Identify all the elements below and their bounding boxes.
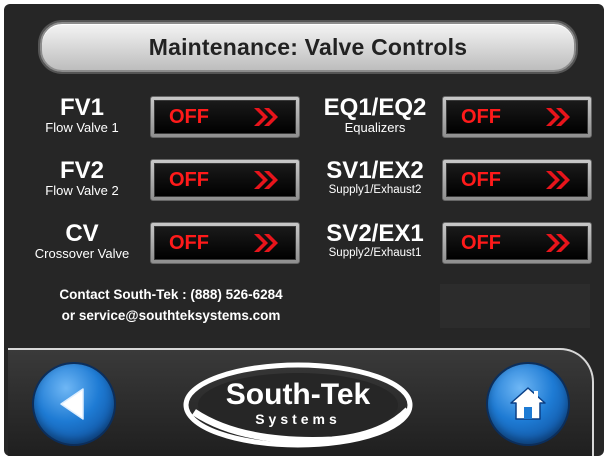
valve-state: OFF bbox=[169, 105, 209, 128]
double-chevron-right-icon bbox=[254, 234, 278, 252]
valve-toggle-eq1-eq2[interactable]: OFF bbox=[442, 96, 592, 138]
valve-code: FV1 bbox=[59, 94, 104, 121]
valve-description: Flow Valve 2 bbox=[45, 183, 119, 198]
valve-label-sv1-ex2: SV1/EX2 Supply1/Exhaust2 bbox=[310, 159, 440, 198]
home-icon bbox=[510, 387, 546, 420]
back-arrow-icon bbox=[60, 388, 84, 420]
double-chevron-right-icon bbox=[546, 108, 570, 126]
logo-name: South-Tek bbox=[226, 378, 371, 411]
contact-phone: Contact South-Tek : (888) 526-6284 bbox=[59, 287, 283, 302]
south-tek-logo: South-Tek Systems bbox=[183, 362, 413, 448]
double-chevron-right-icon bbox=[254, 171, 278, 189]
valve-toggle-fv2[interactable]: OFF bbox=[150, 159, 300, 201]
empty-panel bbox=[440, 284, 590, 328]
valve-label-sv2-ex1: SV2/EX1 Supply2/Exhaust1 bbox=[310, 222, 440, 261]
valve-state: OFF bbox=[461, 105, 501, 128]
contact-email: or service@southteksystems.com bbox=[61, 308, 281, 323]
valve-description: Equalizers bbox=[344, 120, 406, 135]
valve-description: Crossover Valve bbox=[34, 246, 130, 261]
valve-toggle-cv[interactable]: OFF bbox=[150, 222, 300, 264]
valve-state: OFF bbox=[461, 231, 501, 254]
valve-code: FV2 bbox=[59, 157, 104, 184]
valve-description: Supply2/Exhaust1 bbox=[328, 247, 422, 259]
home-button[interactable] bbox=[488, 364, 568, 444]
valve-label-cv: CV Crossover Valve bbox=[18, 220, 146, 262]
valve-label-fv2: FV2 Flow Valve 2 bbox=[20, 157, 144, 199]
valve-state: OFF bbox=[169, 168, 209, 191]
back-button[interactable] bbox=[34, 364, 114, 444]
valve-code: SV1/EX2 bbox=[326, 157, 424, 184]
hmi-screen: Maintenance: Valve Controls FV1 Flow Val… bbox=[4, 4, 604, 456]
valve-code: SV2/EX1 bbox=[326, 220, 424, 247]
valve-toggle-sv2-ex1[interactable]: OFF bbox=[442, 222, 592, 264]
double-chevron-right-icon bbox=[546, 234, 570, 252]
valve-label-eq1-eq2: EQ1/EQ2 Equalizers bbox=[312, 94, 438, 136]
valve-description: Supply1/Exhaust2 bbox=[328, 184, 422, 196]
double-chevron-right-icon bbox=[254, 108, 278, 126]
valve-state: OFF bbox=[461, 168, 501, 191]
valve-code: CV bbox=[65, 220, 99, 247]
valve-toggle-sv1-ex2[interactable]: OFF bbox=[442, 159, 592, 201]
valve-label-fv1: FV1 Flow Valve 1 bbox=[20, 94, 144, 136]
double-chevron-right-icon bbox=[546, 171, 570, 189]
page-title-bar: Maintenance: Valve Controls bbox=[40, 22, 576, 72]
valve-state: OFF bbox=[169, 231, 209, 254]
page-title: Maintenance: Valve Controls bbox=[148, 33, 468, 60]
valve-toggle-fv1[interactable]: OFF bbox=[150, 96, 300, 138]
valve-code: EQ1/EQ2 bbox=[323, 94, 427, 121]
valve-description: Flow Valve 1 bbox=[45, 120, 119, 135]
logo-subtitle: Systems bbox=[255, 411, 341, 427]
contact-info: Contact South-Tek : (888) 526-6284 or se… bbox=[26, 284, 316, 326]
